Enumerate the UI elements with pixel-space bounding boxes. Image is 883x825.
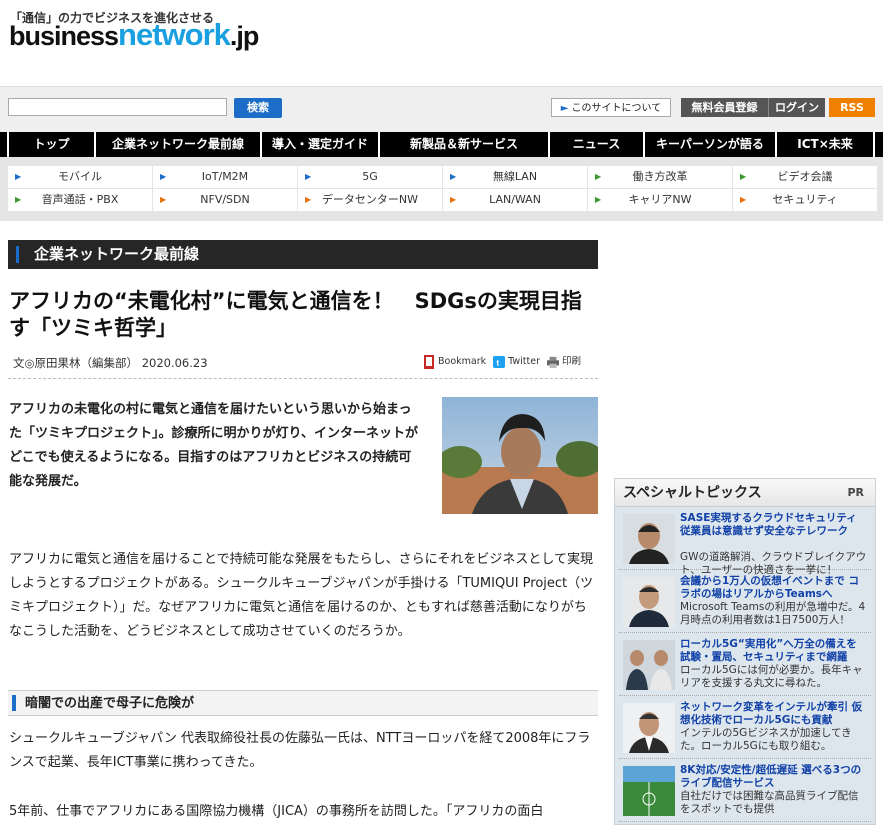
category-iot[interactable]: ▶ IoT/M2M — [153, 166, 297, 188]
bullet-icon: ▶ — [595, 195, 602, 204]
nav-top[interactable]: トップ — [7, 132, 94, 157]
section-heading: 企業ネットワーク最前線 — [8, 240, 598, 269]
topic-title: ネットワーク変革をインテルが牽引 仮想化技術でローカル5Gにも貢献 — [680, 701, 863, 726]
topic-title: ローカル5G“実用化”へ万全の備えを 試験・置局、セキュリティまで網羅 — [680, 638, 857, 663]
bookmark-link[interactable]: Bookmark — [438, 356, 486, 367]
bullet-icon: ▶ — [450, 195, 457, 204]
site-logo[interactable]: businessnetwork.jp — [9, 17, 259, 53]
portrait-photo — [442, 397, 598, 514]
nav-ict-future[interactable]: ICT×未来 — [775, 132, 875, 157]
print-icon — [547, 356, 560, 368]
bullet-icon: ▶ — [740, 195, 747, 204]
category-label: NFV/SDN — [200, 193, 250, 206]
nav-new-products[interactable]: 新製品＆新サービス — [378, 132, 548, 157]
print-link[interactable]: 印刷 — [562, 356, 581, 367]
topic-title: 会議から1万人の仮想イベントまで コラボの場はリアルからTeamsへ — [680, 575, 859, 600]
category-label: ビデオ会議 — [777, 170, 833, 183]
category-label: 無線LAN — [492, 170, 538, 183]
rss-button[interactable]: RSS — [829, 98, 875, 117]
article-subheading: 暗闇での出産で母子に危険が — [8, 690, 598, 716]
category-voice-pbx[interactable]: ▶ 音声通話・PBX — [8, 189, 152, 211]
topic-item[interactable]: ネットワーク変革をインテルが牽引 仮想化技術でローカル5Gにも貢献 インテルの5… — [619, 696, 871, 759]
logo-business: business — [9, 21, 119, 51]
topic-description: ローカル5Gには何が必要か。長年キャリアを支援する丸文に尋ねた。 — [680, 664, 863, 689]
topic-item[interactable]: SASE実現するクラウドセキュリティ 従業員は意識せず安全なテレワーク GWの道… — [619, 507, 871, 576]
topic-description: 自社だけでは困難な高品質ライブ配信をスポットでも提供 — [680, 790, 859, 815]
category-nfv-sdn[interactable]: ▶ NFV/SDN — [153, 189, 297, 211]
main-nav: トップ 企業ネットワーク最前線 導入・選定ガイド 新製品＆新サービス ニュース … — [0, 132, 883, 157]
article-paragraph: シュークルキューブジャパン 代表取締役社長の佐藤弘一氏は、NTTヨーロッパを経て… — [9, 731, 591, 770]
category-workstyle[interactable]: ▶ 働き方改革 — [588, 166, 732, 188]
about-site-button[interactable]: ► このサイトについて — [551, 98, 671, 117]
register-button[interactable]: 無料会員登録 — [681, 98, 768, 117]
category-label: 働き方改革 — [632, 170, 688, 183]
share-tools: Bookmark t Twitter 印刷 — [423, 353, 585, 369]
nav-news[interactable]: ニュース — [548, 132, 643, 157]
category-label: セキュリティ — [772, 193, 838, 206]
bullet-icon: ▶ — [15, 195, 22, 204]
category-5g[interactable]: ▶ 5G — [298, 166, 442, 188]
sidebar-title: スペシャルトピックス — [623, 485, 762, 501]
category-carrier[interactable]: ▶ キャリアNW — [588, 189, 732, 211]
category-label: 音声通話・PBX — [41, 193, 119, 206]
article-paragraph: アフリカに電気と通信を届けることで持続可能な発展をもたらし、さらにそれをビジネス… — [9, 552, 594, 639]
category-label: 5G — [362, 170, 378, 183]
topic-title: 8K対応/安定性/超低遅延 選べる3つのライブ配信サービス — [680, 764, 862, 789]
search-button[interactable]: 検索 — [234, 98, 282, 118]
category-security[interactable]: ▶ セキュリティ — [733, 189, 877, 211]
twitter-icon: t — [493, 355, 506, 368]
nav-enterprise-network[interactable]: 企業ネットワーク最前線 — [94, 132, 260, 157]
topic-thumbnail — [623, 640, 675, 690]
topic-thumbnail — [623, 766, 675, 816]
category-nav: ▶ モバイル ▶ IoT/M2M ▶ 5G ▶ 無線LAN ▶ 働き方改革 ▶ ビデオ会議 … — [0, 157, 883, 221]
category-label: LAN/WAN — [489, 193, 541, 206]
nav-key-person[interactable]: キーパーソンが語る — [643, 132, 775, 157]
topic-item[interactable]: ローカル5G“実用化”へ万全の備えを 試験・置局、セキュリティまで網羅 ローカル… — [619, 633, 871, 696]
pr-label: PR — [847, 486, 864, 499]
category-label: IoT/M2M — [201, 170, 249, 183]
topic-item[interactable]: 8K対応/安定性/超低遅延 選べる3つのライブ配信サービス 自社だけでは困難な高… — [619, 759, 871, 822]
article-paragraph: 5年前、仕事でアフリカにある国際協力機構（JICA）の事務所を訪問した。「アフリ… — [9, 804, 544, 819]
topic-thumbnail — [623, 577, 675, 627]
twitter-link[interactable]: Twitter — [508, 356, 540, 367]
topic-thumbnail — [623, 514, 675, 564]
article-lead: アフリカの未電化の村に電気と通信を届けたいという思いから始まった「ツミキプロジェ… — [9, 402, 418, 489]
bullet-icon: ▶ — [15, 172, 22, 181]
arrow-right-icon: ► — [560, 103, 569, 114]
category-lan-wan[interactable]: ▶ LAN/WAN — [443, 189, 587, 211]
topic-description: Microsoft Teamsの利用が急増中だ。4月時点の利用者数は1日7500… — [680, 601, 866, 626]
category-video-conference[interactable]: ▶ ビデオ会議 — [733, 166, 877, 188]
category-wireless-lan[interactable]: ▶ 無線LAN — [443, 166, 587, 188]
nav-selection-guide[interactable]: 導入・選定ガイド — [260, 132, 378, 157]
bullet-icon: ▶ — [450, 172, 457, 181]
about-site-label: このサイトについて — [571, 103, 662, 114]
bookmark-icon — [424, 354, 434, 369]
bullet-icon: ▶ — [305, 172, 312, 181]
bullet-icon: ▶ — [740, 172, 747, 181]
divider — [8, 378, 598, 379]
category-label: キャリアNW — [628, 193, 692, 206]
search-input[interactable] — [8, 98, 227, 116]
category-label: データセンターNW — [321, 193, 419, 206]
topic-description: インテルの5Gビジネスが加速してきた。ローカル5Gにも取り組む。 — [680, 727, 852, 752]
bullet-icon: ▶ — [595, 172, 602, 181]
svg-text:t: t — [497, 357, 500, 367]
bullet-icon: ▶ — [160, 195, 167, 204]
category-mobile[interactable]: ▶ モバイル — [8, 166, 152, 188]
site-header: 「通信」の力でビジネスを進化させる businessnetwork.jp — [0, 0, 883, 86]
bullet-icon: ▶ — [305, 195, 312, 204]
category-datacenter[interactable]: ▶ データセンターNW — [298, 189, 442, 211]
special-topics-sidebar: スペシャルトピックス PR SASE実現するクラウドセキュリティ 従業員は意識せず… — [614, 478, 876, 825]
login-button[interactable]: ログイン — [768, 98, 825, 117]
sidebar-header: スペシャルトピックス PR — [615, 479, 875, 507]
category-label: モバイル — [58, 170, 102, 183]
article-title: アフリカの“未電化村”に電気と通信を！ SDGsの実現目指す「ツミキ哲学」 — [9, 289, 582, 340]
topic-thumbnail — [623, 703, 675, 753]
logo-jp: .jp — [229, 21, 259, 51]
bullet-icon: ▶ — [160, 172, 167, 181]
topic-title: SASE実現するクラウドセキュリティ 従業員は意識せず安全なテレワーク — [680, 512, 857, 537]
logo-network: network — [118, 17, 231, 52]
topic-item[interactable]: 会議から1万人の仮想イベントまで コラボの場はリアルからTeamsへ Micro… — [619, 570, 871, 633]
article-byline: 文◎原田果林（編集部） 2020.06.23 — [13, 356, 208, 370]
